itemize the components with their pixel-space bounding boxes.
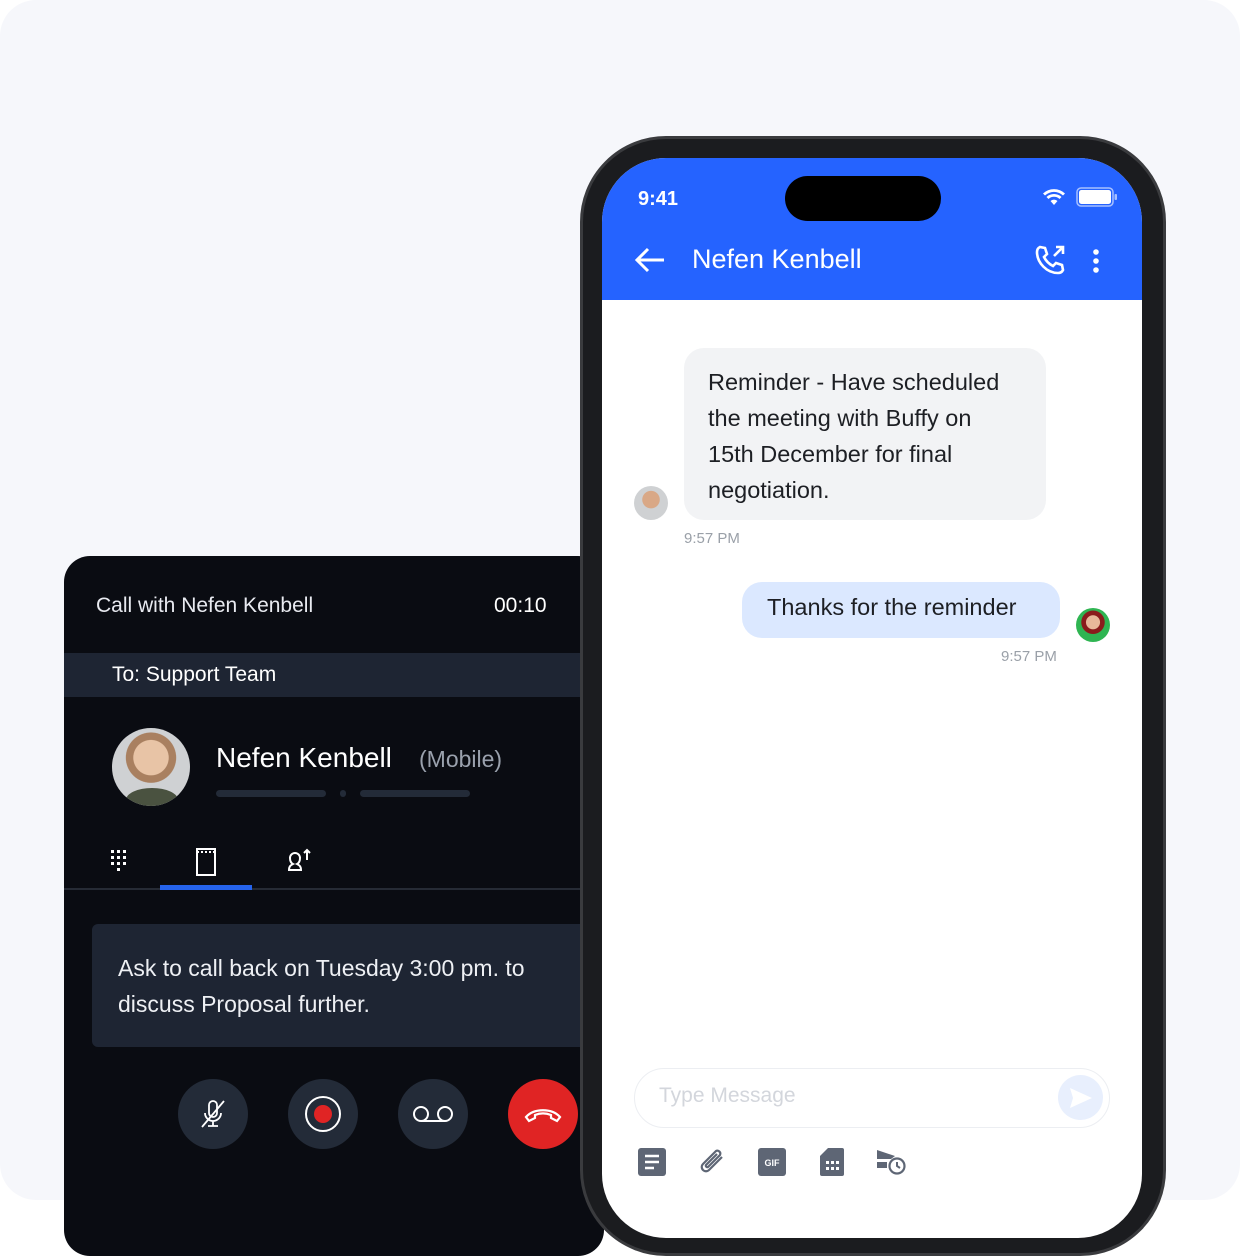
contact-type: (Mobile) <box>419 746 503 772</box>
call-timer: 00:10 <box>494 594 547 617</box>
tab-dialpad[interactable] <box>74 836 166 888</box>
hangup-icon <box>524 1109 562 1123</box>
sim-button[interactable] <box>816 1146 848 1178</box>
tab-notes[interactable] <box>160 836 252 890</box>
message-outgoing: Thanks for the reminder <box>742 582 1060 638</box>
message-time: 9:57 PM <box>1001 648 1057 665</box>
record-button[interactable] <box>288 1079 358 1149</box>
send-button[interactable] <box>1058 1075 1103 1120</box>
dialpad-icon <box>111 850 126 871</box>
sim-icon <box>820 1148 844 1176</box>
contact-name: Nefen Kenbell <box>216 742 392 773</box>
gif-button[interactable]: GIF <box>756 1146 788 1178</box>
attachment-button[interactable] <box>696 1146 728 1178</box>
chat-header: 9:41 Nefen Kenbell <box>602 158 1142 300</box>
call-title: Call with Nefen Kenbell <box>96 594 314 617</box>
schedule-send-icon <box>877 1150 906 1175</box>
avatar <box>1076 608 1110 642</box>
battery-icon <box>1076 187 1117 207</box>
wifi-icon <box>1043 189 1065 205</box>
gif-icon: GIF <box>758 1148 786 1176</box>
call-icon[interactable] <box>1034 244 1066 276</box>
tab-transfer[interactable] <box>252 836 344 888</box>
phone-screen: 9:41 Nefen Kenbell Reminder - Have sched… <box>602 158 1142 1238</box>
transfer-icon <box>287 848 311 871</box>
send-icon <box>1069 1087 1092 1108</box>
call-tabs <box>64 826 604 890</box>
status-time: 9:41 <box>638 188 679 210</box>
message-time: 9:57 PM <box>684 530 740 547</box>
record-icon <box>305 1096 341 1132</box>
call-panel: Call with Nefen Kenbell 00:10 To: Suppor… <box>64 556 604 1256</box>
message-input-placeholder: Type Message <box>659 1084 796 1107</box>
more-options-icon[interactable] <box>1092 248 1100 274</box>
mute-icon <box>201 1100 225 1128</box>
avatar <box>634 486 668 520</box>
svg-text:GIF: GIF <box>765 1158 781 1168</box>
notes-icon <box>196 848 216 876</box>
voicemail-icon <box>413 1106 453 1122</box>
schedule-send-button[interactable] <box>876 1146 908 1178</box>
back-arrow-icon[interactable] <box>634 246 666 274</box>
template-icon <box>638 1148 666 1176</box>
chat-title: Nefen Kenbell <box>692 244 862 274</box>
hangup-button[interactable] <box>508 1079 578 1149</box>
message-input[interactable]: Type Message <box>634 1068 1110 1128</box>
attachment-icon <box>700 1149 723 1173</box>
call-recipient: To: Support Team <box>64 653 604 697</box>
mute-button[interactable] <box>178 1079 248 1149</box>
message-incoming: Reminder - Have scheduled the meeting wi… <box>684 348 1046 520</box>
placeholder-dot <box>340 790 346 797</box>
voicemail-button[interactable] <box>398 1079 468 1149</box>
dynamic-island <box>785 176 941 221</box>
placeholder-bar <box>360 790 470 797</box>
placeholder-bar <box>216 790 326 797</box>
avatar <box>112 728 190 806</box>
template-button[interactable] <box>636 1146 668 1178</box>
call-note[interactable]: Ask to call back on Tuesday 3:00 pm. to … <box>92 924 604 1047</box>
